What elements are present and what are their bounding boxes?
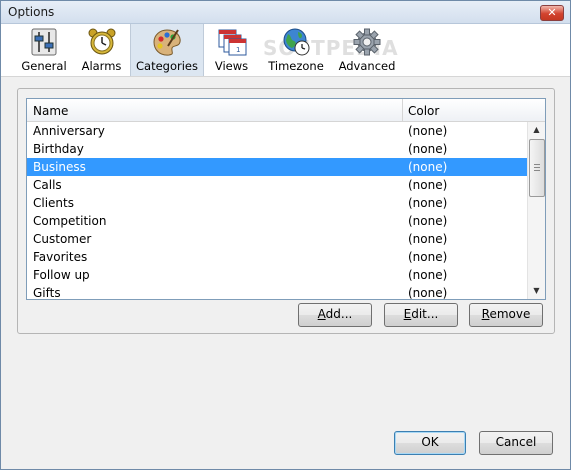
tab-categories-label: Categories [136,59,198,73]
category-color: (none) [408,232,448,246]
alarm-clock-icon [88,28,115,55]
tab-views-label: Views [214,59,249,73]
category-name: Calls [33,178,62,192]
options-toolbar: SOFTPEDIA General Alarms Categories 1 Vi… [1,24,570,77]
globe-clock-icon [283,28,310,56]
list-item[interactable]: Calls (none) [27,176,527,194]
category-name: Birthday [33,142,84,156]
list-item[interactable]: Birthday (none) [27,140,527,158]
list-item[interactable]: Clients (none) [27,194,527,212]
list-item[interactable]: Customer (none) [27,230,527,248]
category-name: Customer [33,232,92,246]
category-color: (none) [408,214,448,228]
list-item[interactable]: Favorites (none) [27,248,527,266]
remove-button[interactable]: Remove [469,303,543,327]
cancel-button[interactable]: Cancel [479,431,553,455]
category-color: (none) [408,124,448,138]
list-rows: Anniversary (none) Birthday (none) Busines… [27,122,527,300]
add-mnemonic: A [317,307,326,321]
vertical-scrollbar[interactable]: ▲ ▼ [527,122,545,299]
svg-text:1: 1 [236,46,240,54]
tab-views[interactable]: 1 Views [204,24,259,76]
window-title: Options [8,5,55,19]
category-name: Gifts [33,286,61,300]
gear-icon [353,28,381,56]
category-color: (none) [408,160,448,174]
category-color: (none) [408,268,448,282]
general-settings-icon [31,28,57,56]
tab-general-label: General [21,59,67,73]
list-item[interactable]: Follow up (none) [27,266,527,284]
scroll-up-arrow-icon[interactable]: ▲ [528,122,545,138]
category-name: Anniversary [33,124,105,138]
palette-icon [153,29,181,56]
category-name: Favorites [33,250,88,264]
tab-alarms[interactable]: Alarms [74,24,129,76]
ok-button[interactable]: OK [394,431,466,455]
category-name: Clients [33,196,74,210]
category-name: Follow up [33,268,90,282]
title-bar[interactable]: Options ✕ [1,1,570,24]
category-color: (none) [408,286,448,300]
edit-label: dit... [411,307,439,321]
list-item[interactable]: Gifts (none) [27,284,527,300]
tab-timezone-label: Timezone [268,59,324,73]
options-window: Options ✕ SOFTPEDIA General Alarms Categ… [0,0,571,470]
category-color: (none) [408,142,448,156]
category-color: (none) [408,250,448,264]
add-label: dd... [325,307,353,321]
tab-timezone[interactable]: Timezone [263,24,329,76]
tab-advanced-label: Advanced [338,59,396,73]
list-item[interactable]: Anniversary (none) [27,122,527,140]
category-name: Competition [33,214,107,228]
scroll-down-arrow-icon[interactable]: ▼ [528,283,545,299]
category-color: (none) [408,196,448,210]
list-item[interactable]: Competition (none) [27,212,527,230]
category-color: (none) [408,178,448,192]
grip-icon [534,164,540,171]
scrollbar-thumb[interactable] [529,139,545,197]
tab-alarms-label: Alarms [81,59,122,73]
column-divider[interactable] [402,99,403,121]
list-item-selected[interactable]: Business (none) [27,158,527,176]
add-button[interactable]: Add... [298,303,372,327]
edit-button[interactable]: Edit... [384,303,458,327]
tab-general[interactable]: General [14,24,74,76]
column-header-name[interactable]: Name [33,104,68,118]
tab-advanced[interactable]: Advanced [335,24,399,76]
tab-categories[interactable]: Categories [130,24,204,76]
category-name: Business [33,160,86,174]
remove-label: emove [489,307,531,321]
calendar-views-icon: 1 [218,29,246,56]
categories-list[interactable]: Name Color Anniversary (none) Birthday (no… [26,98,546,300]
column-header-color[interactable]: Color [408,104,439,118]
close-button[interactable]: ✕ [540,5,564,21]
list-header: Name Color [27,99,545,122]
